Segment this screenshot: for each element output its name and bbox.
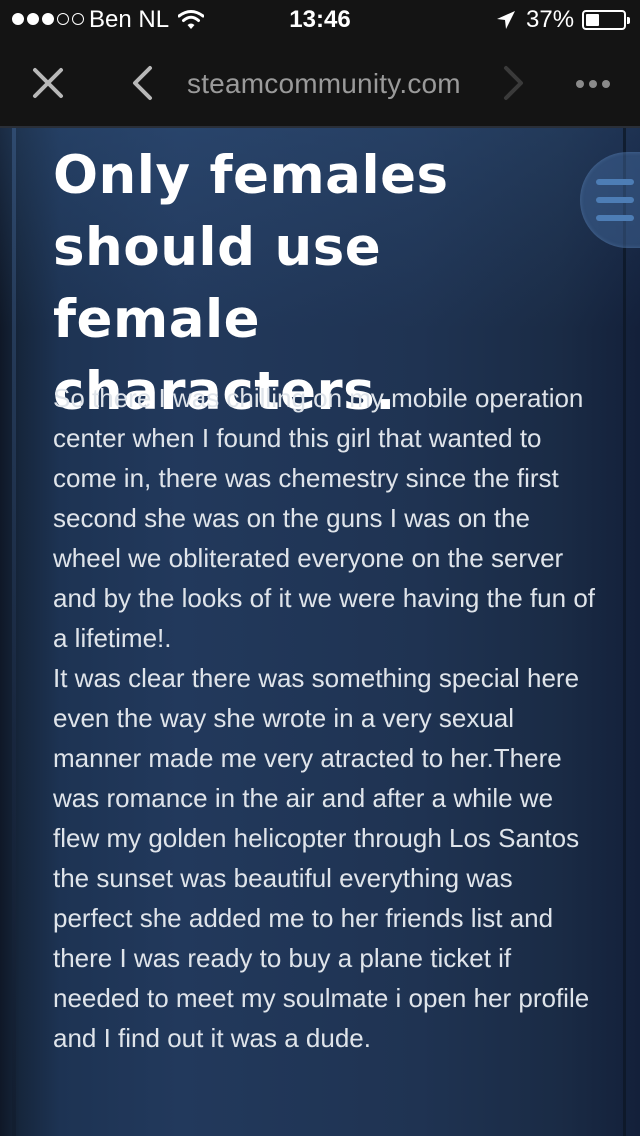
- chevron-left-icon: [131, 65, 153, 106]
- menu-line: [596, 197, 634, 203]
- screen: Ben NL 13:46 37% steamcommunity.com Only…: [0, 0, 640, 1136]
- guide-page[interactable]: Only females should use female character…: [0, 128, 640, 1136]
- post-body: So there I was chilling on my mobile ope…: [53, 383, 596, 1053]
- close-icon: [32, 67, 64, 104]
- forward-button[interactable]: [494, 62, 534, 108]
- more-options-button[interactable]: [566, 62, 620, 108]
- battery-percent: 37%: [526, 6, 575, 33]
- page-border-right: [623, 128, 626, 1136]
- close-button[interactable]: [22, 62, 74, 108]
- battery-nub: [627, 17, 630, 24]
- chevron-right-icon: [503, 65, 525, 106]
- back-button[interactable]: [120, 62, 164, 108]
- menu-line: [596, 215, 634, 221]
- status-bar: Ben NL 13:46 37%: [0, 0, 640, 40]
- location-arrow-icon: [496, 9, 516, 37]
- battery-icon: [582, 10, 630, 30]
- browser-toolbar: steamcommunity.com: [0, 40, 640, 128]
- menu-line: [596, 179, 634, 185]
- url-label[interactable]: steamcommunity.com: [187, 68, 461, 100]
- more-dots-icon: [575, 76, 611, 94]
- battery-fill: [586, 14, 599, 26]
- page-border-left: [12, 128, 16, 1136]
